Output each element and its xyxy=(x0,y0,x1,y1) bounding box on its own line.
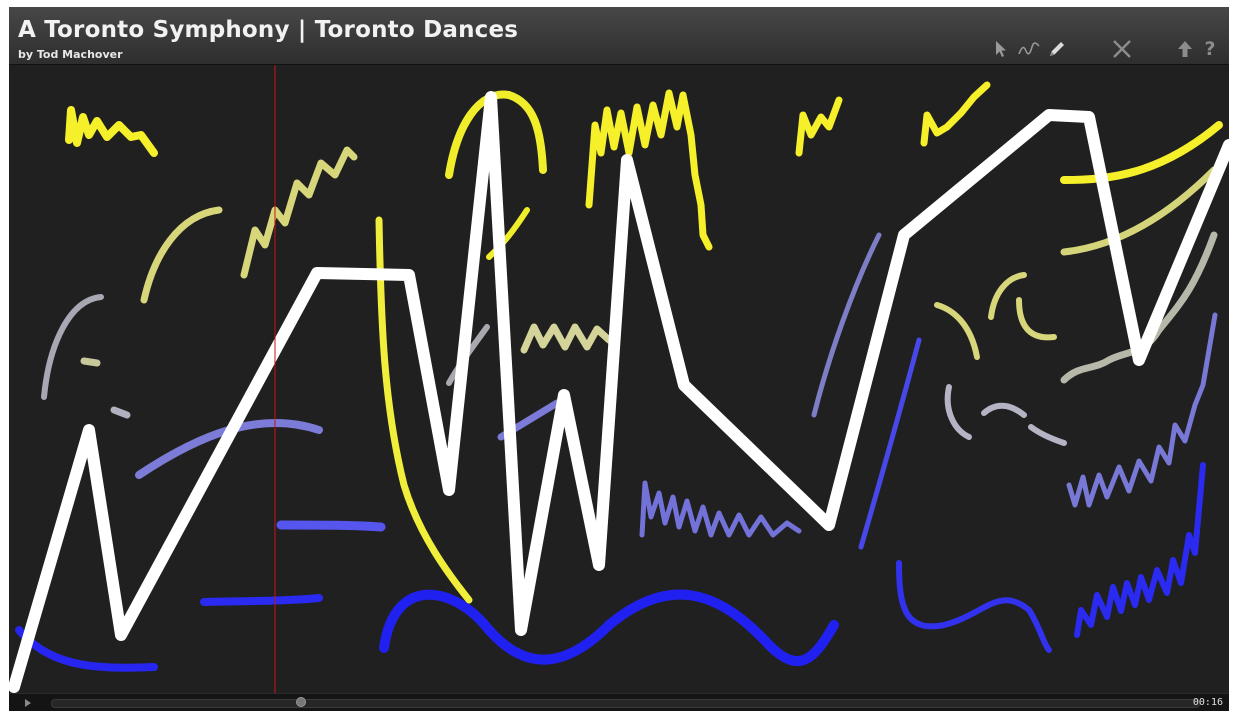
pale-yellow-stroke xyxy=(240,146,358,279)
clear-button[interactable] xyxy=(1110,37,1134,61)
line-tool-button[interactable] xyxy=(1017,37,1041,61)
blue-stroke xyxy=(276,520,386,532)
gray-stroke xyxy=(110,406,131,419)
pale-yellow-stroke xyxy=(1016,297,1057,341)
blue-stroke xyxy=(15,626,158,672)
line-tool-icon xyxy=(1018,42,1040,55)
header-bar: A Toronto Symphony | Toronto Dances by T… xyxy=(9,7,1229,65)
play-button[interactable] xyxy=(14,697,42,709)
blue-stroke xyxy=(200,594,323,606)
select-tool-button[interactable] xyxy=(989,37,1013,61)
pale-yellow-stroke xyxy=(520,323,613,354)
lavender-stroke xyxy=(639,480,802,538)
score-drawing xyxy=(9,65,1229,693)
blue-stroke xyxy=(896,560,1052,653)
close-icon xyxy=(1113,40,1131,58)
player-bar: 00:16 xyxy=(9,693,1229,711)
cursor-icon xyxy=(996,41,1006,57)
drawing-canvas[interactable] xyxy=(9,65,1229,693)
gray-stroke xyxy=(944,384,972,440)
app-window: A Toronto Symphony | Toronto Dances by T… xyxy=(9,7,1229,711)
elapsed-time: 00:16 xyxy=(1192,697,1223,708)
seek-handle[interactable] xyxy=(296,697,306,707)
up-arrow-icon xyxy=(1178,41,1192,57)
blue-stroke xyxy=(379,589,839,667)
help-button[interactable]: ? xyxy=(1198,37,1222,61)
play-icon xyxy=(25,699,31,707)
seek-bar[interactable] xyxy=(51,699,1200,708)
pencil-tool-button[interactable] xyxy=(1045,37,1069,61)
white-main-stroke xyxy=(9,91,1229,693)
gray-stroke xyxy=(80,357,101,367)
share-button[interactable] xyxy=(1173,37,1197,61)
pale-yellow-stroke xyxy=(140,206,223,304)
gray-stroke xyxy=(1028,424,1067,446)
pale-yellow-stroke xyxy=(934,302,980,360)
pencil-icon xyxy=(1050,42,1064,56)
yellow-stroke xyxy=(920,81,991,147)
gray-stroke xyxy=(41,294,104,400)
help-icon: ? xyxy=(1204,38,1216,60)
yellow-stroke xyxy=(65,106,158,157)
yellow-stroke xyxy=(795,96,843,157)
gray-stroke xyxy=(981,402,1027,418)
toolbar: ? xyxy=(9,37,1229,61)
